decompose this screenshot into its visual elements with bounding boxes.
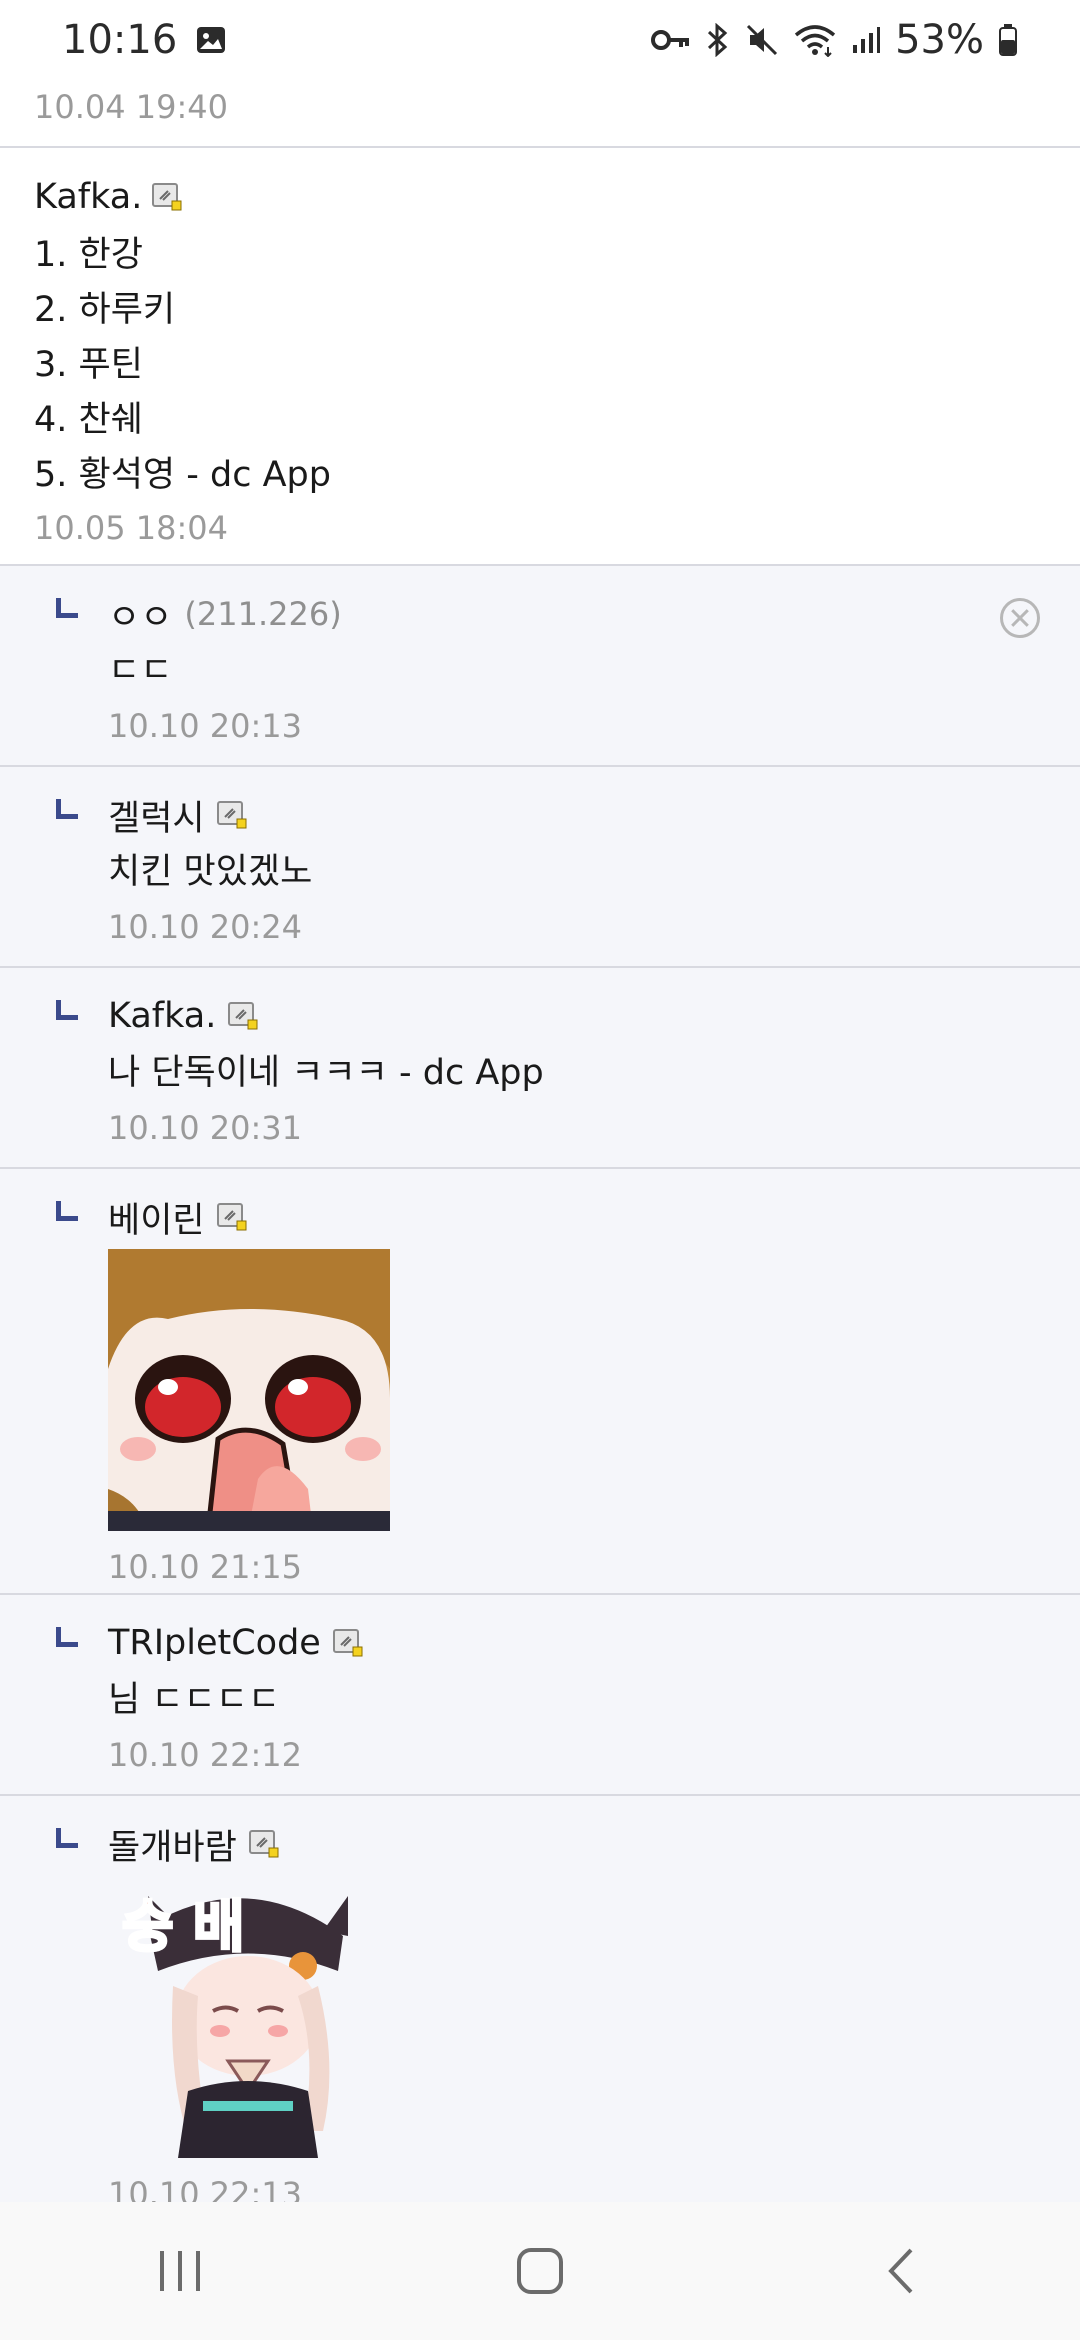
timestamp: 10.10 21:15 xyxy=(108,1548,302,1586)
reply: 돌개바람 숭 배 10.10 22:13 xyxy=(0,1796,1080,2218)
comment-line: 1. 한강 xyxy=(34,235,143,275)
author-name[interactable]: ㅇㅇ xyxy=(108,589,172,640)
recent-apps-button[interactable] xyxy=(120,2231,240,2311)
reply-text: 치킨 맛있겠노 xyxy=(108,852,313,892)
reply-arrow-icon xyxy=(56,598,78,618)
comment-line: 3. 푸틴 xyxy=(34,345,143,385)
status-bar: 10:16 53% xyxy=(0,0,1080,80)
gallog-icon[interactable] xyxy=(228,1002,258,1030)
timestamp: 10.10 20:31 xyxy=(108,1109,302,1147)
delete-icon[interactable] xyxy=(1000,598,1040,638)
back-button[interactable] xyxy=(840,2231,960,2311)
gallog-icon[interactable] xyxy=(248,1830,279,1858)
comment-line: 5. 황석영 - dc App xyxy=(34,455,331,495)
clock: 10:16 xyxy=(62,17,178,63)
reply: TRIpletCode 님 ㄷㄷㄷㄷ 10.10 22:12 xyxy=(0,1595,1080,1796)
key-icon xyxy=(651,27,691,53)
battery-percent: 53% xyxy=(895,17,984,63)
reply: Kafka. 나 단독이네 ㅋㅋㅋ - dc App 10.10 20:31 xyxy=(0,968,1080,1169)
navigation-bar xyxy=(0,2202,1080,2340)
author-name[interactable]: TRIpletCode xyxy=(108,1623,321,1663)
comment-line: 4. 찬쉐 xyxy=(34,400,143,440)
timestamp: 10.10 20:13 xyxy=(108,707,302,745)
comment-line: 2. 하루키 xyxy=(34,290,176,330)
timestamp: 10.10 20:24 xyxy=(108,908,302,946)
author-name[interactable]: 겔럭시 xyxy=(108,790,205,841)
previous-comment-tail: 10.04 19:40 xyxy=(0,80,1080,148)
gallog-icon[interactable] xyxy=(216,1203,247,1231)
author-name[interactable]: Kafka. xyxy=(108,996,216,1036)
reply: 베이린 10.10 21:15 xyxy=(0,1169,1080,1595)
reply-arrow-icon xyxy=(56,1828,78,1848)
signal-icon xyxy=(851,25,881,55)
reply-text: 님 ㄷㄷㄷㄷ xyxy=(108,1680,281,1720)
author-name[interactable]: 돌개바람 xyxy=(108,1819,237,1870)
author-ip: (211.226) xyxy=(184,595,342,633)
mute-icon xyxy=(745,23,779,57)
gallog-icon[interactable] xyxy=(216,801,247,829)
wifi-icon xyxy=(793,23,837,57)
timestamp: 10.04 19:40 xyxy=(34,88,228,126)
reply: 겔럭시 치킨 맛있겠노 10.10 20:24 xyxy=(0,767,1080,968)
reply-text: ㄷㄷ xyxy=(108,651,173,691)
reply-arrow-icon xyxy=(56,1000,78,1020)
gallery-icon xyxy=(195,24,227,56)
timestamp: 10.05 18:04 xyxy=(34,509,228,547)
anime-girl-shouting-sticker[interactable] xyxy=(108,1249,390,1531)
anime-girl-crying-sticker[interactable]: 숭 배 xyxy=(108,1876,390,2158)
comment: Kafka. 1. 한강 2. 하루키 3. 푸틴 4. 찬쉐 5. 황석영 -… xyxy=(0,148,1080,566)
author-name[interactable]: 베이린 xyxy=(108,1192,205,1243)
reply-arrow-icon xyxy=(56,799,78,819)
home-button[interactable] xyxy=(480,2231,600,2311)
reply-text: 나 단독이네 ㅋㅋㅋ - dc App xyxy=(108,1053,544,1093)
reply-arrow-icon xyxy=(56,1201,78,1221)
author-name[interactable]: Kafka. xyxy=(34,177,142,217)
reply: ㅇㅇ (211.226) ㄷㄷ 10.10 20:13 xyxy=(0,566,1080,767)
sticker-caption: 숭 배 xyxy=(122,1895,245,1960)
comment-feed[interactable]: 10.04 19:40 Kafka. 1. 한강 2. 하루키 3. 푸틴 4.… xyxy=(0,80,1080,2218)
gallog-icon[interactable] xyxy=(152,183,182,211)
gallog-icon[interactable] xyxy=(332,1629,363,1657)
recent-apps-icon xyxy=(160,2251,200,2291)
bluetooth-icon xyxy=(705,23,731,57)
reply-arrow-icon xyxy=(56,1627,78,1647)
back-icon xyxy=(888,2248,913,2294)
battery-icon xyxy=(998,23,1018,57)
timestamp: 10.10 22:12 xyxy=(108,1736,302,1774)
home-icon xyxy=(517,2248,563,2294)
